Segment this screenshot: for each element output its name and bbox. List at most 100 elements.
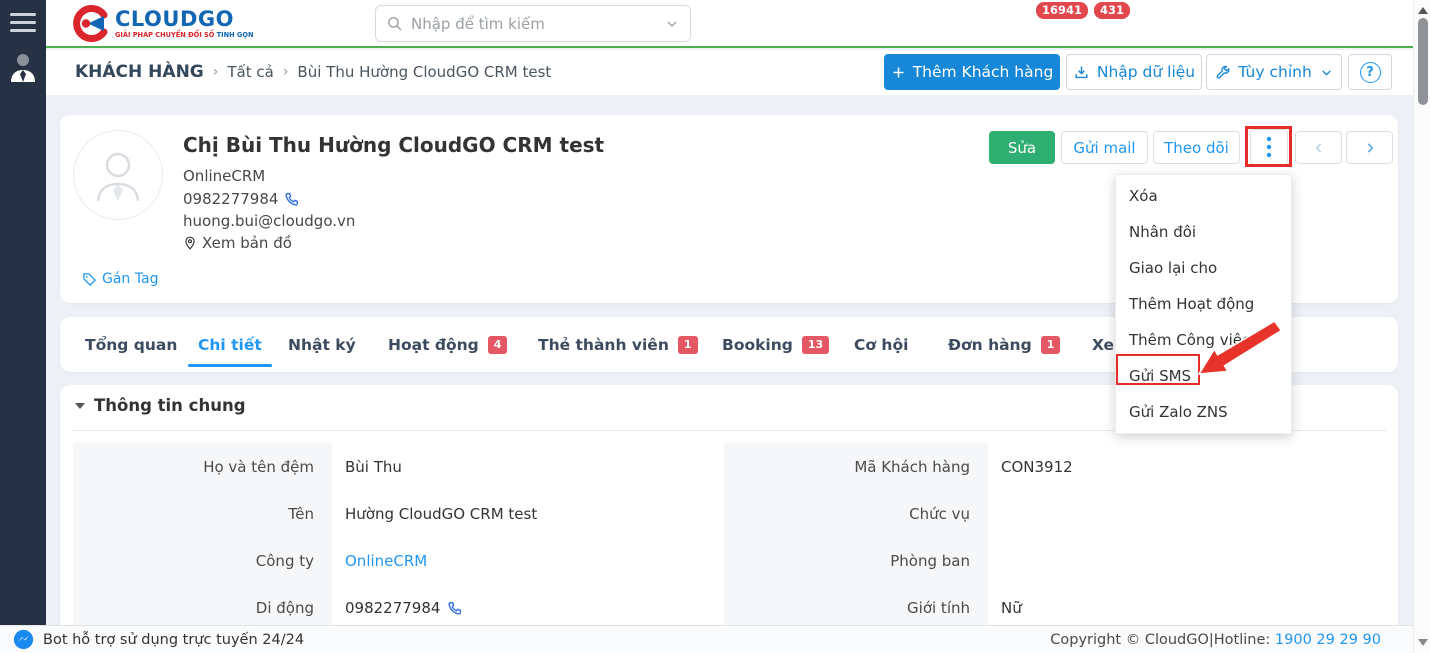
more-actions-menu: Xóa Nhân đôi Giao lại cho Thêm Hoạt động… <box>1115 174 1292 434</box>
field-value: CON3912 <box>988 443 1386 490</box>
field-label: Phòng ban <box>724 537 988 584</box>
menu-item-gui-zalo-zns[interactable]: Gửi Zalo ZNS <box>1116 394 1291 430</box>
field-label: Giới tính <box>724 584 988 625</box>
logo-wordmark: CLOUDGO <box>115 9 253 30</box>
field-value: Bùi Thu <box>332 443 718 490</box>
customer-email: huong.bui@cloudgo.vn <box>183 212 355 230</box>
scrollbar-down-arrow[interactable] <box>1418 639 1428 646</box>
previous-record-button[interactable] <box>1295 131 1342 164</box>
help-button[interactable]: ? <box>1348 54 1392 90</box>
import-data-button[interactable]: Nhập dữ liệu <box>1066 54 1202 90</box>
scrollbar-thumb[interactable] <box>1418 18 1428 105</box>
field-label: Chức vụ <box>724 490 988 537</box>
field-label: Di động <box>73 584 332 625</box>
breadcrumb-record: Bùi Thu Hường CloudGO CRM test <box>297 63 551 81</box>
send-mail-button[interactable]: Gửi mail <box>1061 131 1148 164</box>
tag-icon <box>82 272 97 287</box>
field-label: Công ty <box>73 537 332 584</box>
download-icon <box>1073 64 1090 81</box>
breadcrumb-module[interactable]: KHÁCH HÀNG <box>75 62 204 82</box>
chevron-left-icon <box>1312 141 1326 155</box>
mobile-value: 0982277984 <box>332 584 718 625</box>
company-link[interactable]: OnlineCRM <box>332 537 718 584</box>
field-value <box>988 490 1386 537</box>
menu-item-them-hoat-dong[interactable]: Thêm Hoạt động <box>1116 286 1291 322</box>
customer-phone: 0982277984 <box>183 190 300 208</box>
chat-count-badge: 431 <box>1094 2 1130 19</box>
messenger-icon <box>13 629 34 650</box>
logo-tagline: GIẢI PHÁP CHUYỂN ĐỔI SỐ TINH GỌN <box>115 32 253 39</box>
tab-the-thanh-vien[interactable]: Thẻ thành viên1 <box>538 317 698 372</box>
follow-button[interactable]: Theo dõi <box>1153 131 1240 164</box>
tab-count-badge: 1 <box>678 336 698 354</box>
tab-nhat-ky[interactable]: Nhật ký <box>288 317 356 372</box>
copyright-text: Copyright © CloudGO|Hotline: 1900 29 29 … <box>1050 632 1381 648</box>
phone-call-icon[interactable] <box>447 600 463 616</box>
tab-chi-tiet[interactable]: Chi tiết <box>198 317 262 372</box>
detail-form-left: Họ và tên đệm Bùi Thu Tên Hường CloudGO … <box>73 443 718 625</box>
tab-tong-quan[interactable]: Tổng quan <box>85 317 177 372</box>
add-customer-button[interactable]: Thêm Khách hàng <box>884 54 1060 90</box>
top-header: CLOUDGO GIẢI PHÁP CHUYỂN ĐỔI SỐ TINH GỌN <box>46 0 1413 48</box>
left-sidebar <box>0 0 46 625</box>
tab-count-badge: 1 <box>1041 336 1061 354</box>
customer-name: Chị Bùi Thu Hường CloudGO CRM test <box>183 133 604 157</box>
cloudgo-logo[interactable]: CLOUDGO GIẢI PHÁP CHUYỂN ĐỔI SỐ TINH GỌN <box>71 5 253 42</box>
global-search[interactable] <box>375 5 691 42</box>
next-record-button[interactable] <box>1346 131 1393 164</box>
field-label: Mã Khách hàng <box>724 443 988 490</box>
field-label: Tên <box>73 490 332 537</box>
more-actions-kebab-button[interactable] <box>1250 129 1288 165</box>
tab-hoat-dong[interactable]: Hoạt động4 <box>388 317 507 372</box>
menu-hamburger-icon[interactable] <box>10 13 36 35</box>
chevron-right-icon <box>1363 141 1377 155</box>
hotline-link[interactable]: 1900 29 29 90 <box>1275 632 1381 648</box>
kebab-dots-icon <box>1266 136 1272 158</box>
wrench-icon <box>1215 64 1231 80</box>
search-icon <box>386 15 403 32</box>
menu-item-giao-lai-cho[interactable]: Giao lại cho <box>1116 250 1291 286</box>
phone-call-icon[interactable] <box>284 191 300 207</box>
tab-count-badge: 4 <box>488 336 508 354</box>
field-value: Nữ <box>988 584 1386 625</box>
search-input[interactable] <box>411 15 664 33</box>
view-map-link[interactable]: Xem bản đồ <box>183 234 292 252</box>
crm-screen: CLOUDGO GIẢI PHÁP CHUYỂN ĐỔI SỐ TINH GỌN… <box>0 0 1430 653</box>
map-pin-icon <box>183 235 197 251</box>
breadcrumb: KHÁCH HÀNG › Tất cả › Bùi Thu Hường Clou… <box>75 62 551 82</box>
customer-avatar <box>73 130 163 220</box>
tab-don-hang[interactable]: Đơn hàng1 <box>948 317 1060 372</box>
detail-form-right: Mã Khách hàng CON3912 Chức vụ Phòng ban … <box>724 443 1386 625</box>
help-icon: ? <box>1360 62 1381 83</box>
notification-count-badge: 16941 <box>1036 2 1088 19</box>
collapse-caret-icon <box>75 403 85 409</box>
assign-tag-link[interactable]: Gán Tag <box>82 271 158 287</box>
section-thong-tin-chung[interactable]: Thông tin chung <box>75 396 246 415</box>
support-bot-link[interactable]: Bot hỗ trợ sử dụng trực tuyến 24/24 <box>13 629 304 650</box>
cloudgo-logo-icon <box>71 5 108 42</box>
tab-count-badge: 13 <box>802 336 829 354</box>
field-value: Hường CloudGO CRM test <box>332 490 718 537</box>
tab-booking[interactable]: Booking13 <box>722 317 829 372</box>
customers-module-icon[interactable] <box>9 52 37 86</box>
breadcrumb-separator: › <box>283 64 289 80</box>
scrollbar-up-arrow[interactable] <box>1418 7 1428 14</box>
edit-button[interactable]: Sửa <box>989 131 1055 164</box>
search-scope-chevron-icon[interactable] <box>664 16 680 32</box>
chevron-down-icon <box>1320 66 1333 79</box>
menu-item-nhan-doi[interactable]: Nhân đôi <box>1116 214 1291 250</box>
tab-co-hoi[interactable]: Cơ hội <box>854 317 908 372</box>
field-value <box>988 537 1386 584</box>
footer-bar: Bot hỗ trợ sử dụng trực tuyến 24/24 Copy… <box>0 625 1413 653</box>
plus-icon <box>891 65 906 80</box>
page-scrollbar[interactable] <box>1413 0 1430 653</box>
menu-item-gui-sms[interactable]: Gửi SMS <box>1116 358 1291 394</box>
customer-company: OnlineCRM <box>183 167 265 185</box>
customize-button[interactable]: Tùy chỉnh <box>1206 54 1342 90</box>
menu-item-xoa[interactable]: Xóa <box>1116 178 1291 214</box>
field-label: Họ và tên đệm <box>73 443 332 490</box>
breadcrumb-separator: › <box>213 64 219 80</box>
breadcrumb-toolbar-row: KHÁCH HÀNG › Tất cả › Bùi Thu Hường Clou… <box>46 50 1413 95</box>
breadcrumb-list[interactable]: Tất cả <box>227 63 273 81</box>
menu-item-them-cong-viec[interactable]: Thêm Công việc <box>1116 322 1291 358</box>
